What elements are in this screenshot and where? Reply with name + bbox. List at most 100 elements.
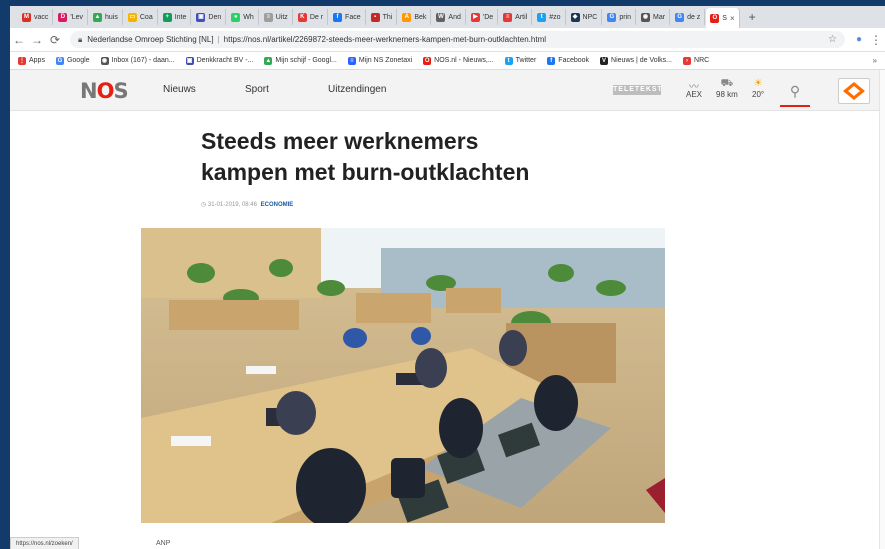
search-icon: ⚲ [789,83,801,99]
new-tab-button[interactable]: + [749,10,756,24]
browser-tab[interactable]: Gprin [603,9,636,25]
bookmark-label: Twitter [515,57,537,64]
bookmark-item[interactable]: › NRC [683,56,709,65]
bookmark-item[interactable]: f Facebook [547,56,589,65]
browser-window: Mvacc D 'Lev ▲ huis ▭ Coa + Inte ▣ Den ● Wh ≡ Uitz K De … [10,6,885,549]
tab-label: 'Lev [70,13,84,21]
site-icon: ≡ [503,12,513,22]
bookmark-item[interactable]: ▣ Denkkracht BV -... [185,56,253,65]
bookmarks-overflow-button[interactable]: » [873,56,877,65]
nos-logo[interactable]: NOS [80,79,129,103]
browser-tab[interactable]: Gde z [671,9,706,25]
bookmark-item[interactable]: t Twitter [504,56,537,65]
npo-start-graphic [843,82,865,100]
site-identity: Nederlandse Omroep Stichting [NL] [87,35,214,44]
article-headline: Steeds meer werknemers kampen met burn-o… [201,126,641,188]
bookmark-star-icon[interactable]: ☆ [828,34,837,45]
sun-icon: ☀ [753,78,763,89]
clock-icon: ◷ [201,202,207,208]
browser-tab[interactable]: K De r [294,9,329,25]
browser-tab[interactable]: D 'Lev [54,9,89,25]
teletekst-link[interactable]: TELETEKST [613,85,662,95]
drive-icon: ▲ [93,12,103,22]
ns-icon: ≡ [347,56,356,65]
bookmark-item[interactable]: ≡ Mijn NS Zonetaxi [347,56,412,65]
aex-widget[interactable]: 〰 AEX [686,78,702,99]
gmail-icon: M [22,12,31,22]
browser-tab[interactable]: ≡ Uitz [260,9,293,25]
bookmark-item[interactable]: G Google [55,56,90,65]
tab-label: Coa [139,13,153,21]
page-scrollbar[interactable] [879,70,885,549]
tab-label: Mar [653,13,666,21]
nav-nieuws[interactable]: Nieuws [163,84,196,95]
close-icon[interactable]: × [730,14,735,23]
youtube-icon: ▶ [470,12,480,22]
site-icon: K [297,12,307,22]
browser-tab[interactable]: ▣ Den [192,9,227,25]
tab-label: Thi [382,13,393,21]
site-icon: ◉ [641,12,650,22]
drive-icon: ▲ [264,56,273,65]
nos-icon: O [710,13,720,23]
tab-label: NPC [582,13,598,21]
browser-tab[interactable]: W And [432,9,466,25]
browser-tab[interactable]: ▲ huis [89,9,123,25]
bookmark-item[interactable]: V Nieuws | de Volks... [600,56,673,65]
tab-label: De r [309,13,324,21]
article-hero-image [141,228,665,523]
site-header: NOS Nieuws Sport Uitzendingen TELETEKST … [10,70,885,111]
search-button[interactable]: ⚲ [780,76,810,107]
logo-letter-o: O [96,79,115,103]
headline-line-1: Steeds meer werknemers [201,128,479,154]
nav-uitzendingen[interactable]: Uitzendingen [328,84,386,95]
browser-tab[interactable]: ≡ Artil [499,9,533,25]
tab-label: Bek [414,13,427,21]
back-arrow-icon[interactable]: ← [10,33,28,47]
browser-tab[interactable]: A Bek [398,9,432,25]
logo-letter-s: S [113,79,128,103]
chart-line-icon: 〰 [689,82,699,93]
browser-tab[interactable]: + Inte [159,9,192,25]
traffic-widget[interactable]: ⛟ 98 km [716,78,738,99]
browser-tab[interactable]: ▭ Coa [124,9,158,25]
browser-tab[interactable]: ▪ Thi [367,9,398,25]
browser-tab[interactable]: ◆ NPC [567,9,603,25]
sheets-icon: + [162,12,172,22]
reload-icon[interactable]: ⟳ [46,33,64,47]
browser-tab[interactable]: ◉ Mar [637,9,671,25]
bookmarks-bar: ⋮ Apps G Google ◉ Inbox (167) - daan... ▣ Denkk… [10,52,885,70]
site-icon: D [58,12,68,22]
bookmark-item[interactable]: O NOS.nl - Nieuws,... [423,56,494,65]
bookmark-item[interactable]: ◉ Inbox (167) - daan... [100,56,175,65]
nos-icon: O [423,56,432,65]
facebook-icon: f [333,12,343,22]
forward-arrow-icon[interactable]: → [28,33,46,47]
address-separator: | [217,35,220,44]
bookmark-item[interactable]: ▲ Mijn schijf - Googl... [264,56,337,65]
browser-menu-icon[interactable]: ⋮ [867,33,885,47]
tab-label: S [722,14,727,22]
bookmark-label: Google [66,57,90,64]
browser-tab[interactable]: ● Wh [227,9,259,25]
browser-tab[interactable]: ▶ 'De [467,9,499,25]
tab-label: 'De [482,13,494,21]
bookmark-label: Nieuws | de Volks... [611,57,673,64]
browser-tab[interactable]: O S × [706,8,740,28]
extension-icon[interactable]: ● [851,34,867,45]
twitter-icon: t [537,12,547,22]
site-icon: A [402,12,412,22]
weather-widget[interactable]: ☀ 20° [752,78,764,99]
tab-label: #zo [549,13,561,21]
browser-tab[interactable]: t #zo [533,9,566,25]
browser-tab[interactable]: Mvacc [18,9,54,25]
status-bar-url: https://nos.nl/zoeken/ [10,537,79,549]
browser-tab[interactable]: f Face [329,9,366,25]
article-date: 31-01-2019, 08:46 [207,202,257,208]
article-category[interactable]: ECONOMIE [261,202,294,208]
address-toolbar: ← → ⟳ 🔒︎ Nederlandse Omroep Stichting [N… [10,28,885,52]
nav-sport[interactable]: Sport [245,84,269,95]
address-bar[interactable]: 🔒︎ Nederlandse Omroep Stichting [NL] | h… [70,31,845,48]
npo-start-icon[interactable] [838,78,870,104]
bookmark-item[interactable]: ⋮ Apps [18,56,45,65]
